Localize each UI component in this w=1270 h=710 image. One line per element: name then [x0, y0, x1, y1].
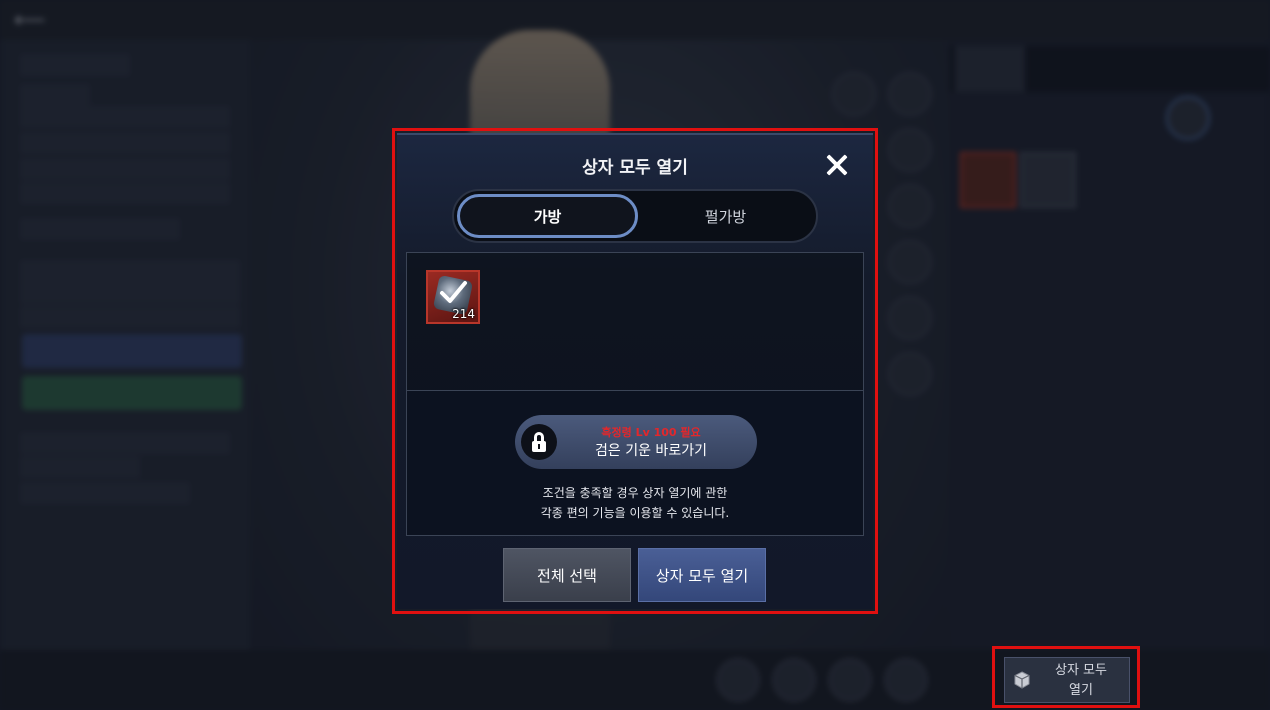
tab-bag[interactable]: 가방 — [457, 194, 638, 238]
lock-description: 조건을 충족할 경우 상자 열기에 관한 각종 편의 기능을 이용할 수 있습니… — [540, 486, 730, 520]
locked-feature-area: 흑정령 Lv 100 필요 검은 기운 바로가기 조건을 충족할 경우 상자 열… — [406, 391, 864, 536]
lock-button-label: 검은 기운 바로가기 — [595, 443, 707, 459]
checkmark-icon — [440, 281, 467, 303]
lock-icon — [521, 424, 557, 460]
lock-requirement: 흑정령 Lv 100 필요 — [601, 426, 701, 439]
side-open-all-boxes-button[interactable]: 상자 모두 열기 — [1004, 657, 1130, 703]
black-spirit-shortcut-button[interactable]: 흑정령 Lv 100 필요 검은 기운 바로가기 — [515, 415, 757, 469]
close-icon[interactable] — [823, 151, 851, 179]
select-all-button[interactable]: 전체 선택 — [503, 548, 631, 602]
side-button-label: 상자 모두 열기 — [1055, 663, 1107, 698]
box-icon — [1014, 671, 1030, 689]
item-list: 214 — [406, 252, 864, 391]
box-item-slot[interactable]: 214 — [426, 270, 480, 324]
tab-pearl-bag[interactable]: 펄가방 — [638, 194, 813, 238]
modal-title: 상자 모두 열기 — [582, 158, 688, 178]
open-all-button[interactable]: 상자 모두 열기 — [638, 548, 766, 602]
open-all-boxes-modal: 상자 모두 열기 가방 펄가방 214 흑정령 Lv 100 필요 검은 기운 … — [397, 133, 873, 609]
bag-tabs: 가방 펄가방 — [452, 189, 818, 243]
item-count: 214 — [452, 307, 475, 321]
